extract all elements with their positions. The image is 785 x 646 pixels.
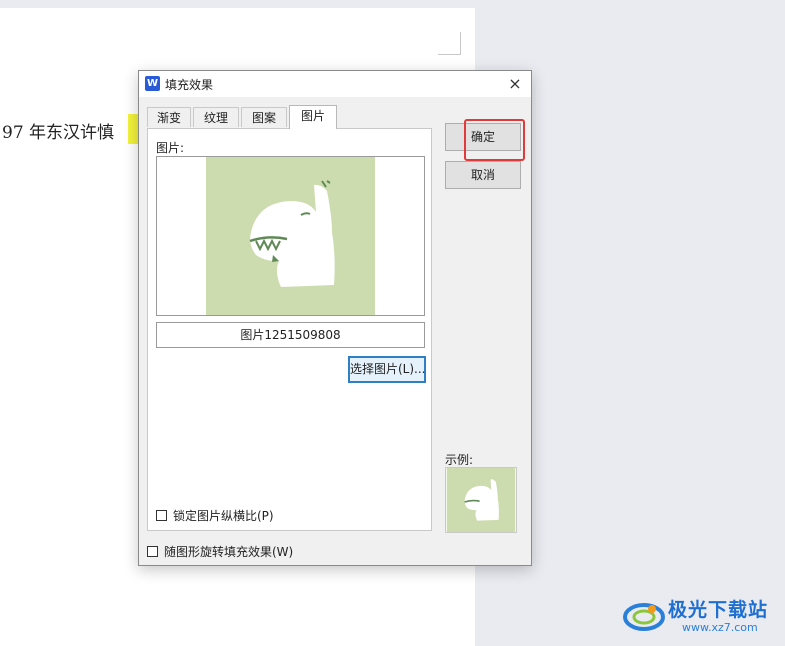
page-corner-mark (438, 32, 461, 55)
tab-pattern[interactable]: 图案 (241, 107, 287, 127)
sample-monster-picture (446, 468, 516, 532)
fill-effects-dialog: W 填充效果 × 渐变 纹理 图案 图片 图片: 图片1251509808 选择… (138, 70, 532, 566)
tab-picture[interactable]: 图片 (289, 105, 337, 129)
sample-label: 示例: (445, 453, 474, 467)
document-text: 97 年东汉许慎 (2, 123, 115, 143)
site-watermark: 极光下载站 www.xz7.com (622, 591, 782, 641)
dialog-title: 填充效果 (165, 78, 214, 92)
rotate-with-shape-option[interactable]: 随图形旋转填充效果(W) (147, 543, 293, 560)
rotate-with-shape-label: 随图形旋转填充效果(W) (164, 545, 294, 559)
watermark-name: 极光下载站 (668, 599, 769, 621)
aurora-logo-icon (623, 603, 665, 631)
dialog-titlebar: W 填充效果 × (139, 71, 531, 97)
lock-aspect-checkbox[interactable] (156, 510, 167, 521)
wps-writer-icon: W (145, 76, 160, 91)
watermark-url: www.xz7.com (682, 621, 758, 634)
tab-texture[interactable]: 纹理 (193, 107, 239, 127)
picture-tab-panel: 图片: 图片1251509808 选择图片(L)... 锁定图片纵横比(P) (147, 128, 432, 531)
tab-gradient[interactable]: 渐变 (147, 107, 191, 127)
close-icon[interactable]: × (503, 73, 527, 95)
sample-preview (445, 467, 517, 533)
ok-button[interactable]: 确定 (445, 123, 521, 151)
picture-name-field: 图片1251509808 (156, 322, 425, 348)
picture-label: 图片: (156, 141, 185, 155)
lock-aspect-option[interactable]: 锁定图片纵横比(P) (156, 507, 274, 524)
lock-aspect-label: 锁定图片纵横比(P) (173, 509, 274, 523)
select-picture-button[interactable]: 选择图片(L)... (348, 356, 426, 383)
picture-preview (156, 156, 425, 316)
monster-picture (206, 157, 375, 315)
cancel-button[interactable]: 取消 (445, 161, 521, 189)
rotate-with-shape-checkbox[interactable] (147, 546, 158, 557)
